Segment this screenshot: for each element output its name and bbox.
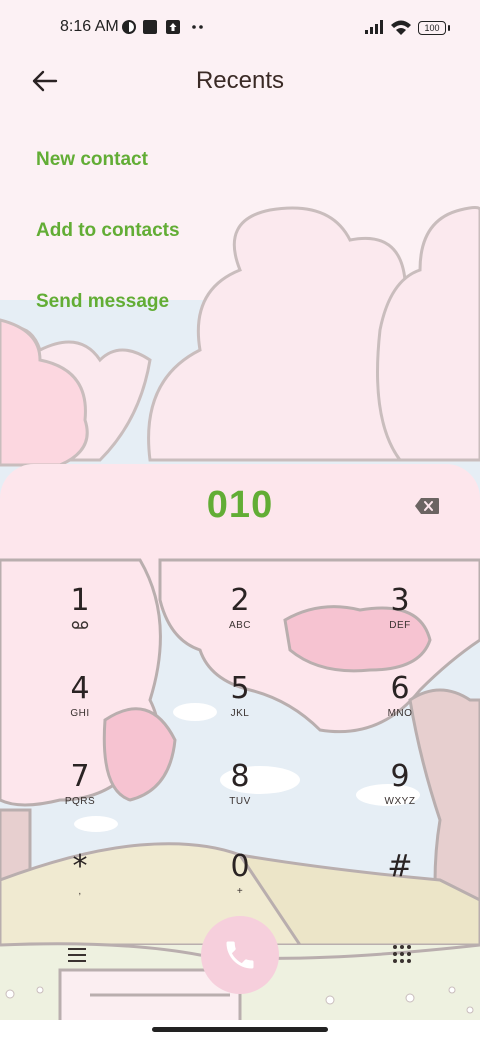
key-3[interactable]: 3 DEF xyxy=(340,584,460,656)
add-to-contacts-link[interactable]: Add to contacts xyxy=(36,220,180,242)
key-digit: 5 xyxy=(230,671,250,706)
key-letters: DEF xyxy=(389,620,411,631)
key-digit: 6 xyxy=(390,671,410,706)
page-title: Recents xyxy=(195,67,285,94)
key-digit: 9 xyxy=(390,759,410,794)
screen: 8:16 AM 100 Recents New contact Add to c… xyxy=(0,0,480,1040)
key-star[interactable]: * , xyxy=(20,850,140,922)
key-digit: * xyxy=(72,849,88,884)
key-letters: MNO xyxy=(387,708,413,719)
signal-icon xyxy=(365,20,383,34)
key-letters: PQRS xyxy=(64,796,96,807)
battery-icon: 100 xyxy=(418,21,450,35)
backspace-icon[interactable] xyxy=(414,497,440,515)
key-letters: + xyxy=(236,886,244,897)
send-message-link[interactable]: Send message xyxy=(36,291,169,313)
key-digit: 8 xyxy=(230,759,250,794)
new-contact-link[interactable]: New contact xyxy=(36,149,148,171)
dialed-number: 010 xyxy=(206,484,274,526)
wifi-icon xyxy=(391,20,411,35)
status-bar: 8:16 AM 100 xyxy=(0,0,480,56)
key-8[interactable]: 8 TUV xyxy=(180,760,300,832)
call-button[interactable] xyxy=(201,916,279,994)
key-4[interactable]: 4 GHI xyxy=(20,672,140,744)
key-digit: # xyxy=(387,849,413,884)
key-2[interactable]: 2 ABC xyxy=(180,584,300,656)
status-time: 8:16 AM xyxy=(60,18,119,35)
vpn-icon xyxy=(122,20,136,34)
key-digit: 4 xyxy=(70,671,90,706)
key-7[interactable]: 7 PQRS xyxy=(20,760,140,832)
key-letters: TUV xyxy=(229,796,251,807)
key-hash[interactable]: # xyxy=(340,850,460,922)
dialpad-grid-icon[interactable] xyxy=(392,944,412,964)
key-letters: WXYZ xyxy=(384,796,416,807)
key-0[interactable]: 0 + xyxy=(180,850,300,922)
key-6[interactable]: 6 MNO xyxy=(340,672,460,744)
phone-icon xyxy=(226,941,254,969)
menu-icon[interactable] xyxy=(66,946,88,964)
voicemail-icon xyxy=(71,621,89,629)
key-letters: ABC xyxy=(228,620,252,631)
key-digit: 2 xyxy=(230,583,250,618)
key-digit: 7 xyxy=(70,759,90,794)
upload-icon xyxy=(166,20,180,34)
more-dots-icon xyxy=(192,25,203,29)
key-letters: JKL xyxy=(230,708,250,719)
key-letters: , xyxy=(78,886,82,897)
key-letters: GHI xyxy=(70,708,90,719)
square-app-icon xyxy=(143,20,157,34)
key-digit: 1 xyxy=(70,583,90,618)
key-digit: 0 xyxy=(230,849,250,884)
key-1[interactable]: 1 xyxy=(20,584,140,656)
key-9[interactable]: 9 WXYZ xyxy=(340,760,460,832)
home-indicator[interactable] xyxy=(152,1027,328,1032)
key-digit: 3 xyxy=(390,583,410,618)
key-5[interactable]: 5 JKL xyxy=(180,672,300,744)
